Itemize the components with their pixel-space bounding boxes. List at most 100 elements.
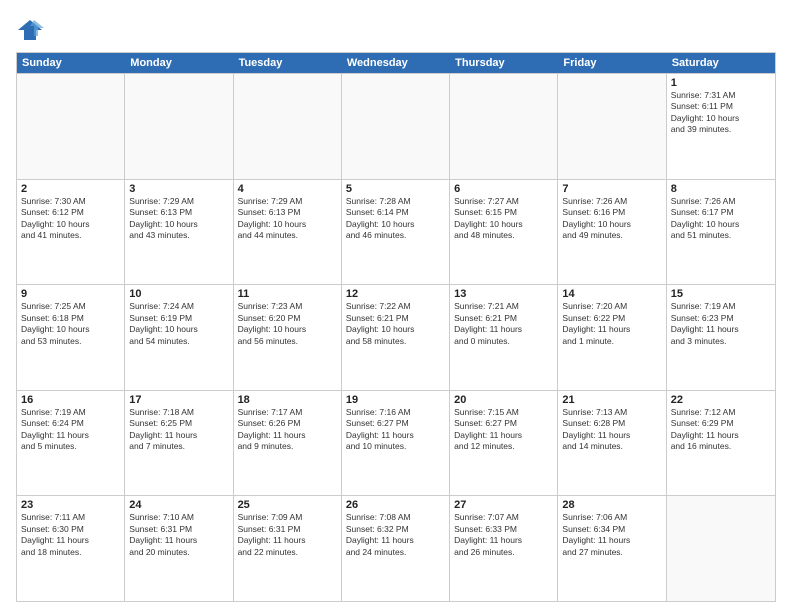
calendar: SundayMondayTuesdayWednesdayThursdayFrid… xyxy=(16,52,776,602)
day-number: 14 xyxy=(562,288,661,300)
logo xyxy=(16,16,48,44)
day-info: Sunrise: 7:29 AM Sunset: 6:13 PM Dayligh… xyxy=(238,196,337,242)
day-number: 1 xyxy=(671,77,771,89)
calendar-cell: 19Sunrise: 7:16 AM Sunset: 6:27 PM Dayli… xyxy=(342,391,450,496)
calendar-cell: 8Sunrise: 7:26 AM Sunset: 6:17 PM Daylig… xyxy=(667,180,775,285)
weekday-header: Friday xyxy=(558,53,666,73)
day-number: 28 xyxy=(562,499,661,511)
day-number: 27 xyxy=(454,499,553,511)
weekday-header: Monday xyxy=(125,53,233,73)
calendar-body: 1Sunrise: 7:31 AM Sunset: 6:11 PM Daylig… xyxy=(17,73,775,601)
calendar-cell: 10Sunrise: 7:24 AM Sunset: 6:19 PM Dayli… xyxy=(125,285,233,390)
calendar-cell: 25Sunrise: 7:09 AM Sunset: 6:31 PM Dayli… xyxy=(234,496,342,601)
weekday-header: Sunday xyxy=(17,53,125,73)
calendar-cell: 9Sunrise: 7:25 AM Sunset: 6:18 PM Daylig… xyxy=(17,285,125,390)
calendar-cell: 7Sunrise: 7:26 AM Sunset: 6:16 PM Daylig… xyxy=(558,180,666,285)
day-number: 10 xyxy=(129,288,228,300)
day-info: Sunrise: 7:21 AM Sunset: 6:21 PM Dayligh… xyxy=(454,301,553,347)
day-info: Sunrise: 7:08 AM Sunset: 6:32 PM Dayligh… xyxy=(346,512,445,558)
calendar-cell: 27Sunrise: 7:07 AM Sunset: 6:33 PM Dayli… xyxy=(450,496,558,601)
day-number: 23 xyxy=(21,499,120,511)
day-number: 17 xyxy=(129,394,228,406)
calendar-cell xyxy=(667,496,775,601)
day-info: Sunrise: 7:09 AM Sunset: 6:31 PM Dayligh… xyxy=(238,512,337,558)
day-number: 4 xyxy=(238,183,337,195)
day-number: 20 xyxy=(454,394,553,406)
day-info: Sunrise: 7:30 AM Sunset: 6:12 PM Dayligh… xyxy=(21,196,120,242)
calendar-cell: 17Sunrise: 7:18 AM Sunset: 6:25 PM Dayli… xyxy=(125,391,233,496)
day-number: 3 xyxy=(129,183,228,195)
calendar-header: SundayMondayTuesdayWednesdayThursdayFrid… xyxy=(17,53,775,73)
day-number: 5 xyxy=(346,183,445,195)
day-number: 13 xyxy=(454,288,553,300)
calendar-cell xyxy=(558,74,666,179)
calendar-cell: 21Sunrise: 7:13 AM Sunset: 6:28 PM Dayli… xyxy=(558,391,666,496)
day-info: Sunrise: 7:22 AM Sunset: 6:21 PM Dayligh… xyxy=(346,301,445,347)
calendar-cell: 23Sunrise: 7:11 AM Sunset: 6:30 PM Dayli… xyxy=(17,496,125,601)
calendar-cell: 26Sunrise: 7:08 AM Sunset: 6:32 PM Dayli… xyxy=(342,496,450,601)
calendar-cell: 28Sunrise: 7:06 AM Sunset: 6:34 PM Dayli… xyxy=(558,496,666,601)
weekday-header: Thursday xyxy=(450,53,558,73)
calendar-cell: 5Sunrise: 7:28 AM Sunset: 6:14 PM Daylig… xyxy=(342,180,450,285)
day-number: 19 xyxy=(346,394,445,406)
weekday-header: Wednesday xyxy=(342,53,450,73)
calendar-cell: 1Sunrise: 7:31 AM Sunset: 6:11 PM Daylig… xyxy=(667,74,775,179)
day-number: 6 xyxy=(454,183,553,195)
calendar-cell: 11Sunrise: 7:23 AM Sunset: 6:20 PM Dayli… xyxy=(234,285,342,390)
day-number: 12 xyxy=(346,288,445,300)
day-number: 22 xyxy=(671,394,771,406)
day-number: 24 xyxy=(129,499,228,511)
calendar-cell: 13Sunrise: 7:21 AM Sunset: 6:21 PM Dayli… xyxy=(450,285,558,390)
logo-icon xyxy=(16,16,44,44)
day-info: Sunrise: 7:26 AM Sunset: 6:16 PM Dayligh… xyxy=(562,196,661,242)
day-number: 16 xyxy=(21,394,120,406)
day-info: Sunrise: 7:27 AM Sunset: 6:15 PM Dayligh… xyxy=(454,196,553,242)
calendar-cell xyxy=(17,74,125,179)
day-info: Sunrise: 7:15 AM Sunset: 6:27 PM Dayligh… xyxy=(454,407,553,453)
calendar-cell xyxy=(450,74,558,179)
day-info: Sunrise: 7:31 AM Sunset: 6:11 PM Dayligh… xyxy=(671,90,771,136)
calendar-cell: 16Sunrise: 7:19 AM Sunset: 6:24 PM Dayli… xyxy=(17,391,125,496)
day-info: Sunrise: 7:12 AM Sunset: 6:29 PM Dayligh… xyxy=(671,407,771,453)
calendar-row: 9Sunrise: 7:25 AM Sunset: 6:18 PM Daylig… xyxy=(17,284,775,390)
calendar-row: 16Sunrise: 7:19 AM Sunset: 6:24 PM Dayli… xyxy=(17,390,775,496)
day-number: 2 xyxy=(21,183,120,195)
calendar-cell xyxy=(342,74,450,179)
day-number: 8 xyxy=(671,183,771,195)
weekday-header: Saturday xyxy=(667,53,775,73)
calendar-cell: 18Sunrise: 7:17 AM Sunset: 6:26 PM Dayli… xyxy=(234,391,342,496)
day-number: 25 xyxy=(238,499,337,511)
page: SundayMondayTuesdayWednesdayThursdayFrid… xyxy=(0,0,792,612)
day-number: 11 xyxy=(238,288,337,300)
day-info: Sunrise: 7:16 AM Sunset: 6:27 PM Dayligh… xyxy=(346,407,445,453)
calendar-cell: 4Sunrise: 7:29 AM Sunset: 6:13 PM Daylig… xyxy=(234,180,342,285)
day-info: Sunrise: 7:19 AM Sunset: 6:23 PM Dayligh… xyxy=(671,301,771,347)
calendar-cell: 6Sunrise: 7:27 AM Sunset: 6:15 PM Daylig… xyxy=(450,180,558,285)
calendar-row: 2Sunrise: 7:30 AM Sunset: 6:12 PM Daylig… xyxy=(17,179,775,285)
day-info: Sunrise: 7:17 AM Sunset: 6:26 PM Dayligh… xyxy=(238,407,337,453)
weekday-header: Tuesday xyxy=(234,53,342,73)
calendar-cell: 14Sunrise: 7:20 AM Sunset: 6:22 PM Dayli… xyxy=(558,285,666,390)
calendar-cell xyxy=(125,74,233,179)
day-info: Sunrise: 7:20 AM Sunset: 6:22 PM Dayligh… xyxy=(562,301,661,347)
calendar-cell: 20Sunrise: 7:15 AM Sunset: 6:27 PM Dayli… xyxy=(450,391,558,496)
day-info: Sunrise: 7:24 AM Sunset: 6:19 PM Dayligh… xyxy=(129,301,228,347)
day-number: 21 xyxy=(562,394,661,406)
calendar-cell: 12Sunrise: 7:22 AM Sunset: 6:21 PM Dayli… xyxy=(342,285,450,390)
day-info: Sunrise: 7:23 AM Sunset: 6:20 PM Dayligh… xyxy=(238,301,337,347)
day-info: Sunrise: 7:26 AM Sunset: 6:17 PM Dayligh… xyxy=(671,196,771,242)
day-number: 26 xyxy=(346,499,445,511)
day-info: Sunrise: 7:18 AM Sunset: 6:25 PM Dayligh… xyxy=(129,407,228,453)
day-info: Sunrise: 7:10 AM Sunset: 6:31 PM Dayligh… xyxy=(129,512,228,558)
day-number: 15 xyxy=(671,288,771,300)
day-info: Sunrise: 7:13 AM Sunset: 6:28 PM Dayligh… xyxy=(562,407,661,453)
day-number: 9 xyxy=(21,288,120,300)
calendar-cell: 24Sunrise: 7:10 AM Sunset: 6:31 PM Dayli… xyxy=(125,496,233,601)
calendar-cell: 15Sunrise: 7:19 AM Sunset: 6:23 PM Dayli… xyxy=(667,285,775,390)
calendar-cell xyxy=(234,74,342,179)
day-info: Sunrise: 7:19 AM Sunset: 6:24 PM Dayligh… xyxy=(21,407,120,453)
calendar-row: 23Sunrise: 7:11 AM Sunset: 6:30 PM Dayli… xyxy=(17,495,775,601)
day-number: 18 xyxy=(238,394,337,406)
header xyxy=(16,16,776,44)
day-number: 7 xyxy=(562,183,661,195)
